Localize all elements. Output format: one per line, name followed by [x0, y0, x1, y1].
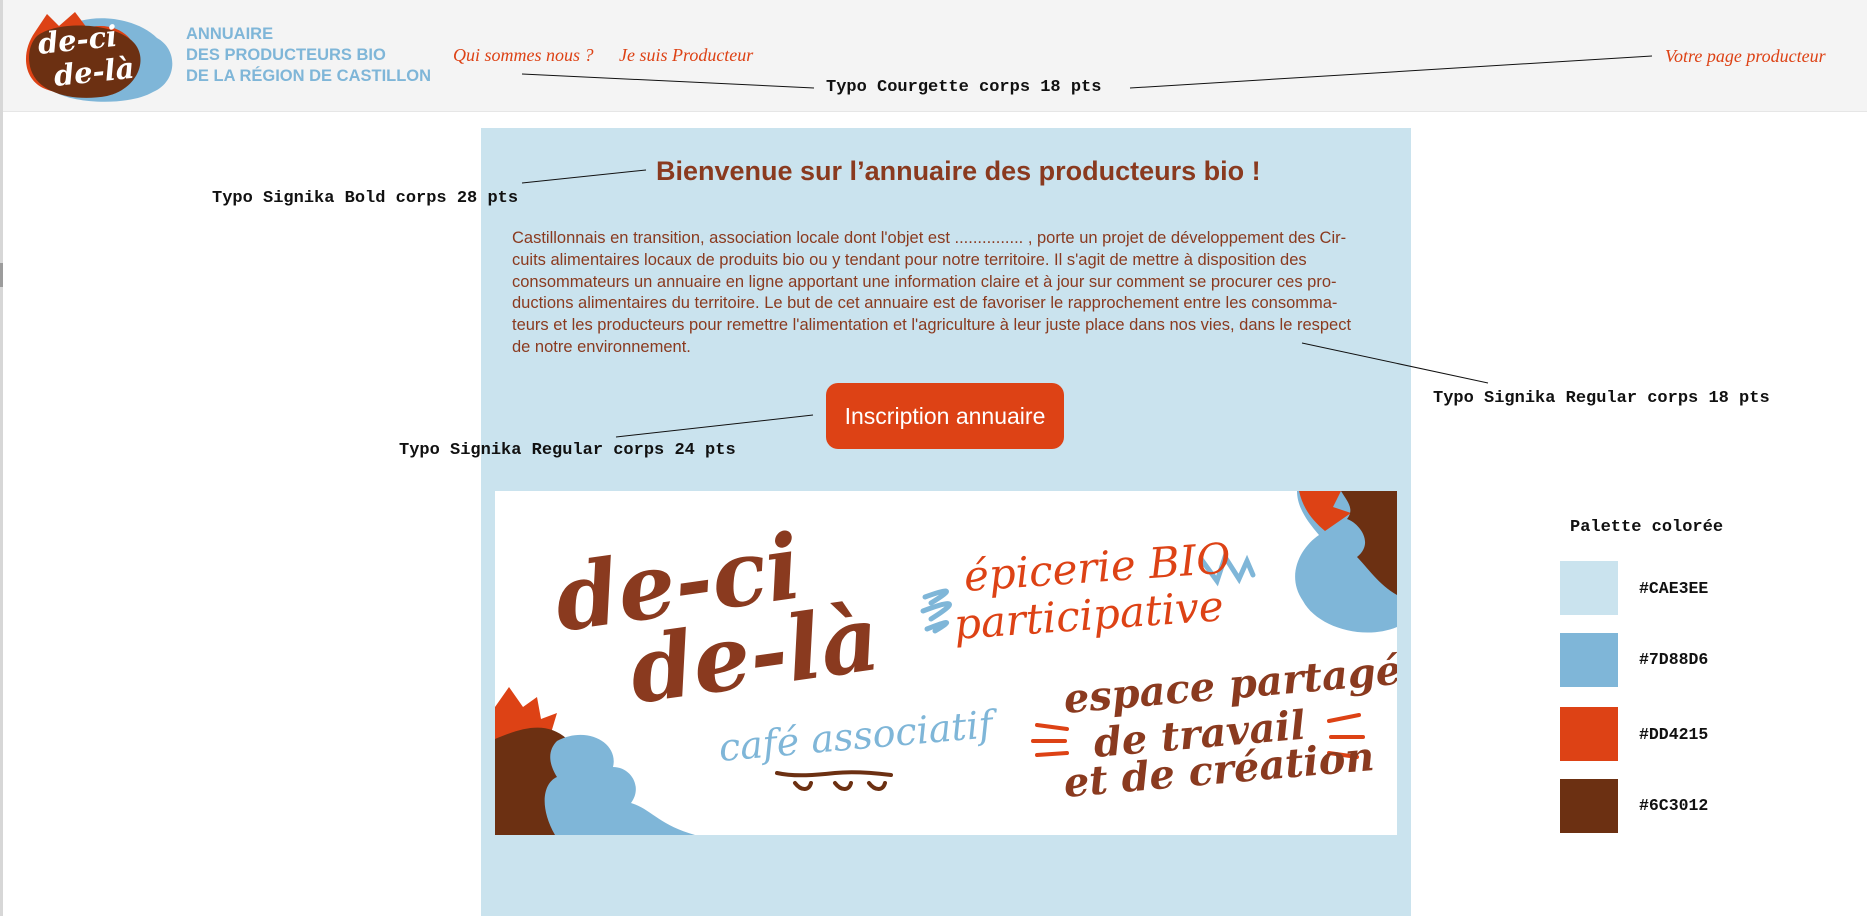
swatch-light-blue	[1560, 561, 1618, 615]
intro-paragraph: Castillonnais en transition, association…	[512, 228, 1402, 359]
palette-title: Palette colorée	[1570, 518, 1724, 537]
page-title: Bienvenue sur l’annuaire des producteurs…	[656, 156, 1261, 186]
banner-illustration: de-ci de-là épicerie BIO participative c…	[495, 491, 1397, 835]
banner-bottom-left-blue-blob	[544, 734, 695, 835]
annotation-nav-typo: Typo Courgette corps 18 pts	[826, 78, 1102, 97]
left-window-edge	[0, 0, 3, 916]
intro-line-4: ductions alimentaires du territoire. Le …	[512, 294, 1338, 313]
annotation-button-typo: Typo Signika Regular corps 24 pts	[399, 441, 736, 460]
banner-red-marks-left	[1031, 723, 1069, 757]
nav-link-producer-page[interactable]: Votre page producteur	[1665, 46, 1826, 67]
nav-link-producer[interactable]: Je suis Producteur	[619, 45, 753, 66]
annotation-body-typo: Typo Signika Regular corps 18 pts	[1433, 389, 1770, 408]
brand-tagline: ANNUAIRE DES PRODUCTEURS BIO DE LA RÉGIO…	[186, 24, 431, 87]
swatch-label-brown: #6C3012	[1639, 796, 1709, 815]
swatch-blue	[1560, 633, 1618, 687]
swatch-brown	[1560, 779, 1618, 833]
annotation-title-typo: Typo Signika Bold corps 28 pts	[212, 189, 519, 208]
intro-line-1: Castillonnais en transition, association…	[512, 229, 1347, 247]
banner-cafe-associatif: café associatif	[717, 702, 1000, 770]
brand-line-1: ANNUAIRE	[186, 25, 274, 43]
intro-line-3: consommateurs un annuaire en ligne appor…	[512, 272, 1337, 291]
intro-line-2: cuits alimentaires locaux de produits bi…	[512, 250, 1307, 269]
inscription-annuaire-button[interactable]: Inscription annuaire	[826, 383, 1064, 449]
nav-link-about[interactable]: Qui sommes nous ?	[453, 45, 594, 66]
swatch-orange	[1560, 707, 1618, 761]
intro-line-6: de notre environnement.	[512, 337, 691, 356]
site-logo[interactable]: de-ci de-là	[17, 10, 179, 104]
brand-line-2: DES PRODUCTEURS BIO	[186, 46, 386, 64]
swatch-label-light-blue: #CAE3EE	[1639, 579, 1709, 598]
banner-cafe-underline	[775, 770, 893, 791]
banner-blue-squiggle-left	[920, 588, 952, 634]
brand-line-3: DE LA RÉGION DE CASTILLON	[186, 67, 432, 85]
promo-banner: de-ci de-là épicerie BIO participative c…	[495, 491, 1397, 835]
intro-line-5: teurs et les producteurs pour remettre l…	[512, 316, 1352, 335]
swatch-label-orange: #DD4215	[1639, 725, 1709, 744]
scroll-indicator	[0, 263, 3, 287]
swatch-label-blue: #7D88D6	[1639, 650, 1709, 669]
